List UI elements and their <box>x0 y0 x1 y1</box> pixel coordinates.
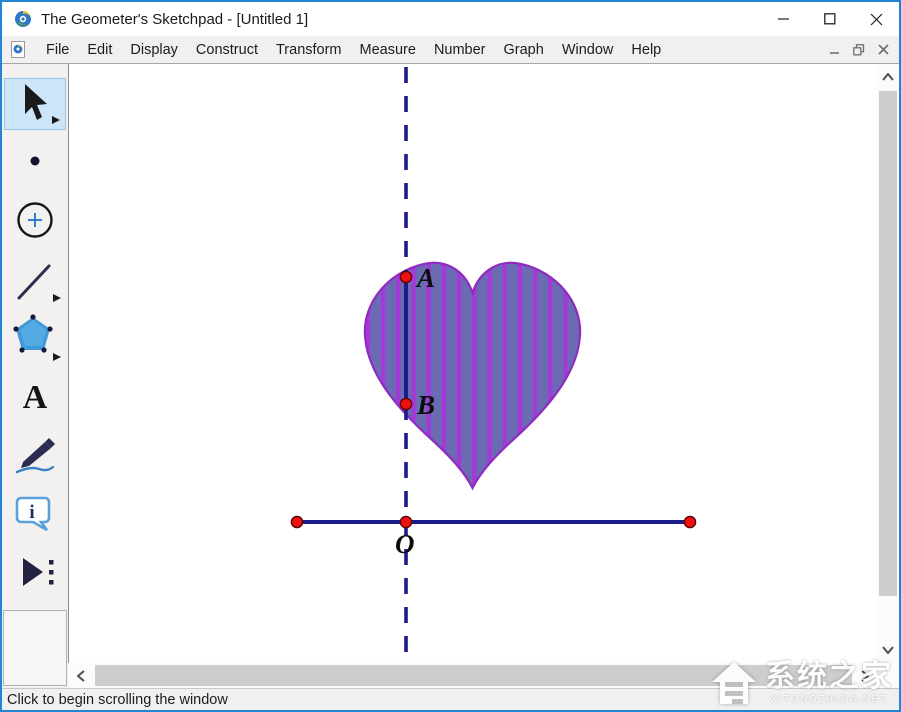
straightedge-tool[interactable] <box>4 256 66 308</box>
scroll-up-button[interactable] <box>877 68 899 86</box>
compass-tool[interactable] <box>4 194 66 246</box>
compass-circle-icon <box>17 202 53 238</box>
text-tool[interactable]: A <box>4 372 66 424</box>
selection-arrow-tool[interactable] <box>4 78 66 130</box>
mdi-restore-icon <box>853 43 865 55</box>
marker-tool[interactable] <box>4 430 66 482</box>
scroll-left-button[interactable] <box>70 663 92 688</box>
mdi-minimize-icon <box>830 51 839 54</box>
point-a[interactable] <box>399 270 413 284</box>
selection-arrow-icon <box>25 84 60 124</box>
menu-number[interactable]: Number <box>425 38 495 62</box>
menu-transform[interactable]: Transform <box>267 38 351 62</box>
menu-help[interactable]: Help <box>622 38 670 62</box>
text-tool-icon: A <box>22 379 48 416</box>
status-bar: Click to begin scrolling the window <box>2 688 899 710</box>
point-b[interactable] <box>399 397 413 411</box>
scrollbar-corner <box>877 663 899 688</box>
menu-edit[interactable]: Edit <box>78 38 121 62</box>
menu-window[interactable]: Window <box>553 38 623 62</box>
scroll-right-button[interactable] <box>854 663 876 688</box>
custom-tool[interactable] <box>4 546 66 598</box>
polygon-tool[interactable] <box>4 312 66 364</box>
point-right-endpoint[interactable] <box>683 515 697 529</box>
label-b[interactable]: B <box>416 390 435 420</box>
window-title: The Geometer's Sketchpad - [Untitled 1] <box>41 10 309 28</box>
app-logo-icon <box>15 11 31 27</box>
point-o[interactable] <box>399 515 413 529</box>
menu-file[interactable]: File <box>37 38 78 62</box>
horizontal-scroll-thumb[interactable] <box>95 665 852 686</box>
tool-palette: A i <box>2 64 69 688</box>
heart-shape[interactable] <box>363 261 582 491</box>
chevron-up-icon <box>882 73 894 81</box>
menu-graph[interactable]: Graph <box>495 38 553 62</box>
maximize-button[interactable] <box>807 2 853 36</box>
app-window: The Geometer's Sketchpad - [Untitled 1] <box>0 0 901 712</box>
menu-construct[interactable]: Construct <box>187 38 267 62</box>
information-icon: i <box>15 496 51 532</box>
label-o[interactable]: O <box>395 529 415 559</box>
svg-text:i: i <box>29 502 34 523</box>
minimize-icon <box>778 18 789 20</box>
close-icon <box>870 13 882 25</box>
menu-items: File Edit Display Construct Transform Me… <box>37 38 670 62</box>
polygon-icon <box>13 314 61 361</box>
minimize-button[interactable] <box>761 2 807 36</box>
information-tool[interactable]: i <box>4 488 66 540</box>
horizontal-scrollbar[interactable] <box>68 663 877 688</box>
document-icon <box>11 41 25 58</box>
mdi-minimize-button[interactable] <box>823 39 847 61</box>
toolbar-bottom-panel <box>3 610 67 686</box>
mdi-close-button[interactable] <box>871 39 895 61</box>
menu-display[interactable]: Display <box>121 38 187 62</box>
menu-measure[interactable]: Measure <box>351 38 425 62</box>
point-icon <box>30 156 40 166</box>
maximize-icon <box>824 13 836 25</box>
custom-tool-icon <box>23 558 54 586</box>
sketch-canvas[interactable]: A B O <box>69 64 877 663</box>
marker-icon <box>15 438 55 474</box>
vertical-scrollbar[interactable] <box>877 64 899 663</box>
vertical-scroll-thumb[interactable] <box>879 91 897 596</box>
chevron-left-icon <box>77 669 85 682</box>
point-left-endpoint[interactable] <box>290 515 304 529</box>
title-bar[interactable]: The Geometer's Sketchpad - [Untitled 1] <box>2 2 899 36</box>
point-tool[interactable] <box>4 135 66 187</box>
chevron-right-icon <box>861 669 869 682</box>
mdi-close-icon <box>877 44 889 55</box>
label-a[interactable]: A <box>415 263 435 293</box>
close-button[interactable] <box>853 2 899 36</box>
scroll-down-button[interactable] <box>877 641 899 659</box>
status-message: Click to begin scrolling the window <box>7 692 228 708</box>
chevron-down-icon <box>882 646 894 654</box>
mdi-restore-button[interactable] <box>847 39 871 61</box>
segment-icon <box>17 264 61 302</box>
menu-bar: File Edit Display Construct Transform Me… <box>2 36 899 64</box>
